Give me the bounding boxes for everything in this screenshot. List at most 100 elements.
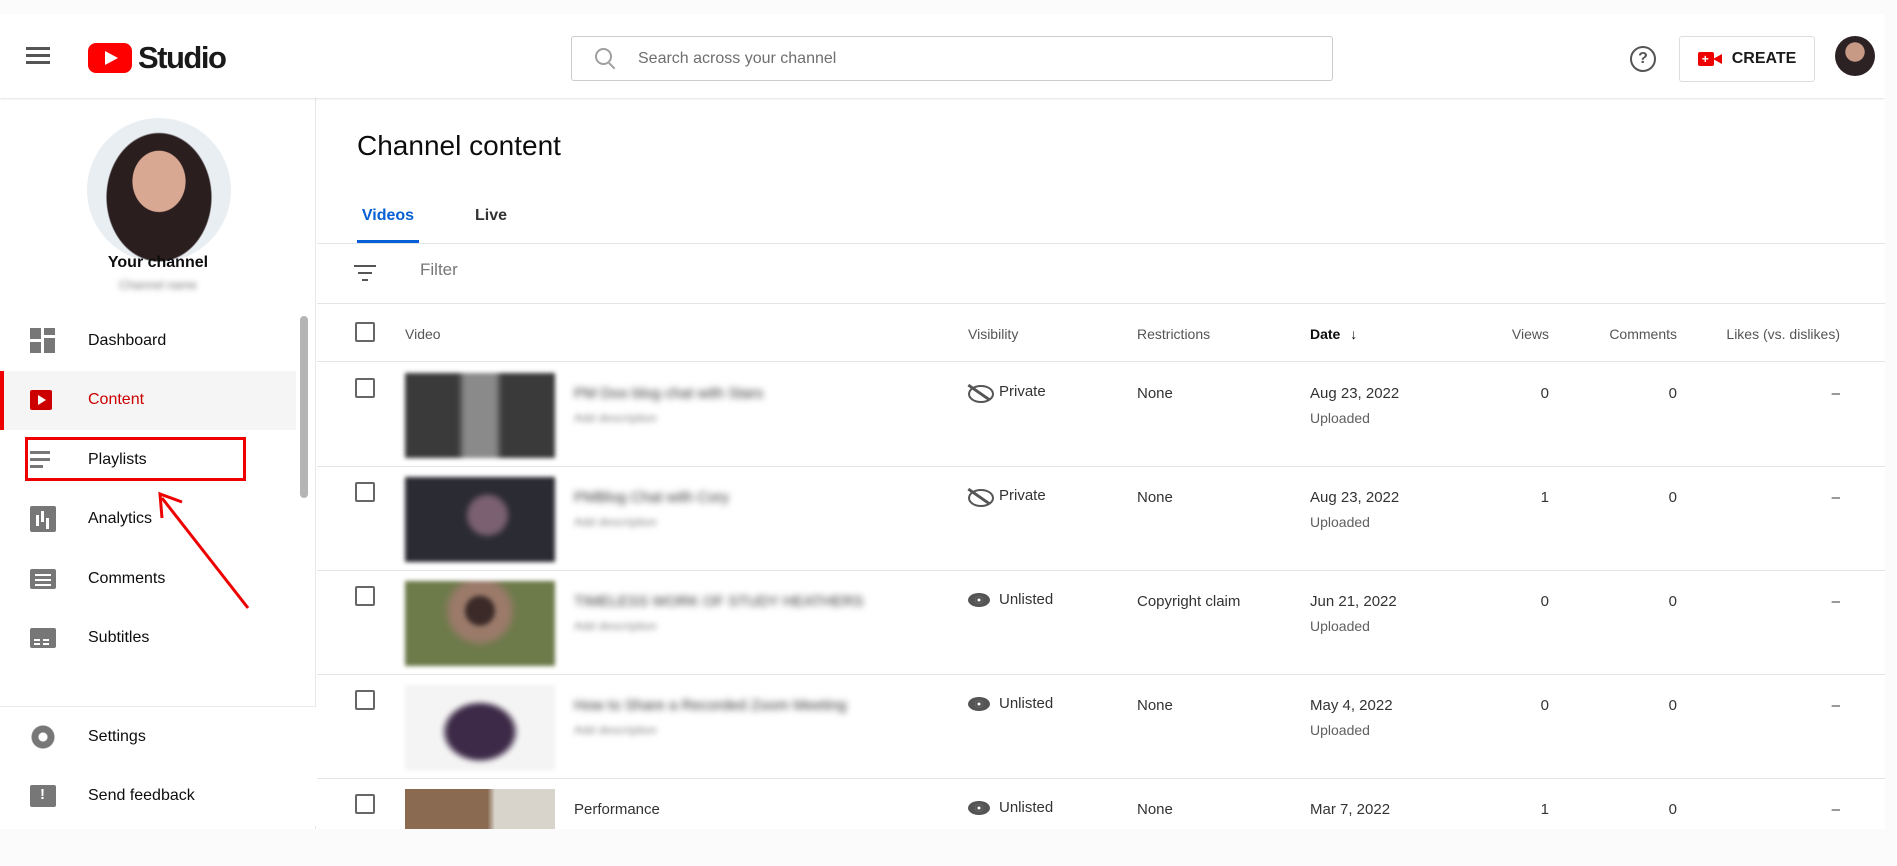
- sidebar-scrollbar[interactable]: [300, 316, 308, 498]
- sidebar-item-content[interactable]: Content: [0, 370, 296, 430]
- your-channel-label: Your channel: [107, 254, 209, 271]
- sidebar-bottom-nav: Settings Send feedback: [0, 706, 316, 826]
- row-checkbox[interactable]: [355, 586, 375, 606]
- comments-cell: 0: [1668, 697, 1677, 714]
- filter-bar: [317, 244, 1885, 304]
- filter-icon[interactable]: [354, 265, 376, 281]
- upload-status: Uploaded: [1310, 722, 1370, 738]
- comments-cell: 0: [1668, 801, 1677, 818]
- row-checkbox[interactable]: [355, 794, 375, 814]
- hamburger-menu-icon[interactable]: [26, 44, 52, 68]
- visibility-cell[interactable]: Private: [968, 487, 1046, 507]
- row-checkbox[interactable]: [355, 378, 375, 398]
- video-description: Add description: [574, 515, 657, 529]
- sidebar-item-label: Content: [88, 391, 145, 409]
- create-label: CREATE: [1731, 50, 1797, 67]
- upload-status: Uploaded: [1310, 410, 1370, 426]
- analytics-icon: [30, 506, 56, 533]
- channel-name: Channel name: [118, 278, 198, 292]
- tab-live[interactable]: Live: [475, 188, 507, 243]
- account-avatar[interactable]: [1835, 36, 1875, 76]
- video-description: Add description: [574, 619, 657, 633]
- table-row[interactable]: PM Doo blog chat with Stars Add descript…: [317, 363, 1885, 467]
- top-bar: Studio ? + CREATE: [0, 14, 1885, 98]
- search-box[interactable]: [571, 36, 1333, 81]
- tab-videos[interactable]: Videos: [357, 188, 419, 243]
- sidebar-item-dashboard[interactable]: Dashboard: [0, 311, 296, 371]
- visibility-cell[interactable]: Unlisted: [968, 695, 1053, 712]
- sidebar: Your channel Channel name Dashboard Cont…: [0, 98, 316, 829]
- sidebar-item-label: Playlists: [88, 450, 147, 468]
- video-title[interactable]: Performance: [574, 801, 660, 818]
- likes-cell: –: [1831, 801, 1840, 818]
- sidebar-item-playlists[interactable]: Playlists: [0, 430, 296, 490]
- sidebar-item-label: Settings: [88, 727, 146, 745]
- logo-text: Studio: [138, 40, 227, 75]
- likes-cell: –: [1831, 697, 1840, 714]
- video-thumbnail[interactable]: [405, 789, 555, 829]
- column-date-label: Date: [1310, 326, 1341, 342]
- studio-logo[interactable]: Studio: [88, 40, 227, 76]
- column-restrictions[interactable]: Restrictions: [1137, 326, 1210, 342]
- search-input[interactable]: [638, 49, 1238, 68]
- table-row[interactable]: TIMELESS WORK OF STUDY HEATHERS Add desc…: [317, 571, 1885, 675]
- table-row[interactable]: PMBlog Chat with Cory Add description Pr…: [317, 467, 1885, 571]
- likes-cell: –: [1831, 593, 1840, 610]
- visibility-label: Unlisted: [999, 591, 1054, 608]
- eye-icon: [968, 592, 990, 607]
- sidebar-item-settings[interactable]: Settings: [0, 707, 316, 767]
- screenshot-frame: Studio ? + CREATE Your channel Channel n…: [0, 0, 1897, 866]
- eye-off-icon: [968, 488, 994, 507]
- views-cell: 0: [1540, 385, 1549, 402]
- date-cell: May 4, 2022: [1310, 697, 1393, 714]
- select-all-checkbox[interactable]: [355, 322, 375, 342]
- video-description: Add description: [574, 723, 657, 737]
- sidebar-item-label: Analytics: [88, 510, 153, 528]
- row-checkbox[interactable]: [355, 690, 375, 710]
- visibility-cell[interactable]: Unlisted: [968, 591, 1053, 608]
- upload-status: Uploaded: [1310, 618, 1370, 634]
- comments-cell: 0: [1668, 385, 1677, 402]
- views-cell: 0: [1540, 593, 1549, 610]
- column-visibility[interactable]: Visibility: [968, 326, 1018, 342]
- sort-arrow-down-icon: ↓: [1350, 326, 1358, 342]
- video-title[interactable]: PMBlog Chat with Cory: [574, 489, 729, 506]
- sidebar-item-send-feedback[interactable]: Send feedback: [0, 767, 316, 827]
- column-comments[interactable]: Comments: [1577, 326, 1677, 342]
- video-title[interactable]: PM Doo blog chat with Stars: [574, 385, 763, 402]
- video-thumbnail[interactable]: [405, 373, 555, 458]
- settings-icon: [30, 723, 56, 750]
- create-button[interactable]: + CREATE: [1679, 36, 1815, 82]
- column-likes[interactable]: Likes (vs. dislikes): [1697, 326, 1840, 342]
- main-content: Channel content Videos Live Video Visibi…: [317, 98, 1885, 829]
- restrictions-cell: None: [1137, 697, 1173, 714]
- video-thumbnail[interactable]: [405, 581, 555, 666]
- sidebar-item-label: Subtitles: [88, 629, 150, 647]
- sidebar-item-subtitles[interactable]: Subtitles: [0, 609, 296, 669]
- video-thumbnail[interactable]: [405, 477, 555, 562]
- restrictions-cell[interactable]: Copyright claim: [1137, 593, 1240, 610]
- video-title[interactable]: How to Share a Recorded Zoom Meeting: [574, 697, 847, 714]
- channel-avatar[interactable]: [87, 118, 231, 262]
- table-row[interactable]: How to Share a Recorded Zoom Meeting Add…: [317, 675, 1885, 779]
- table-row[interactable]: Performance Unlisted None Mar 7, 2022 1 …: [317, 779, 1885, 829]
- visibility-cell[interactable]: Unlisted: [968, 799, 1053, 816]
- visibility-cell[interactable]: Private: [968, 383, 1046, 403]
- likes-cell: –: [1831, 489, 1840, 506]
- filter-input[interactable]: [420, 260, 820, 280]
- video-title[interactable]: TIMELESS WORK OF STUDY HEATHERS: [574, 593, 863, 610]
- annotation-arrow-icon: [158, 491, 250, 609]
- youtube-play-logo-icon: [88, 43, 132, 73]
- search-icon: [592, 45, 620, 73]
- visibility-label: Unlisted: [999, 799, 1054, 816]
- column-views[interactable]: Views: [1447, 326, 1549, 342]
- column-date[interactable]: Date ↓: [1310, 326, 1357, 342]
- likes-cell: –: [1831, 385, 1840, 402]
- help-icon[interactable]: ?: [1630, 46, 1656, 72]
- row-checkbox[interactable]: [355, 482, 375, 502]
- upload-status: Uploaded: [1310, 514, 1370, 530]
- dashboard-icon: [30, 327, 56, 354]
- subtitles-icon: [30, 628, 56, 649]
- video-thumbnail[interactable]: [405, 685, 555, 770]
- sidebar-item-label: Dashboard: [88, 331, 167, 349]
